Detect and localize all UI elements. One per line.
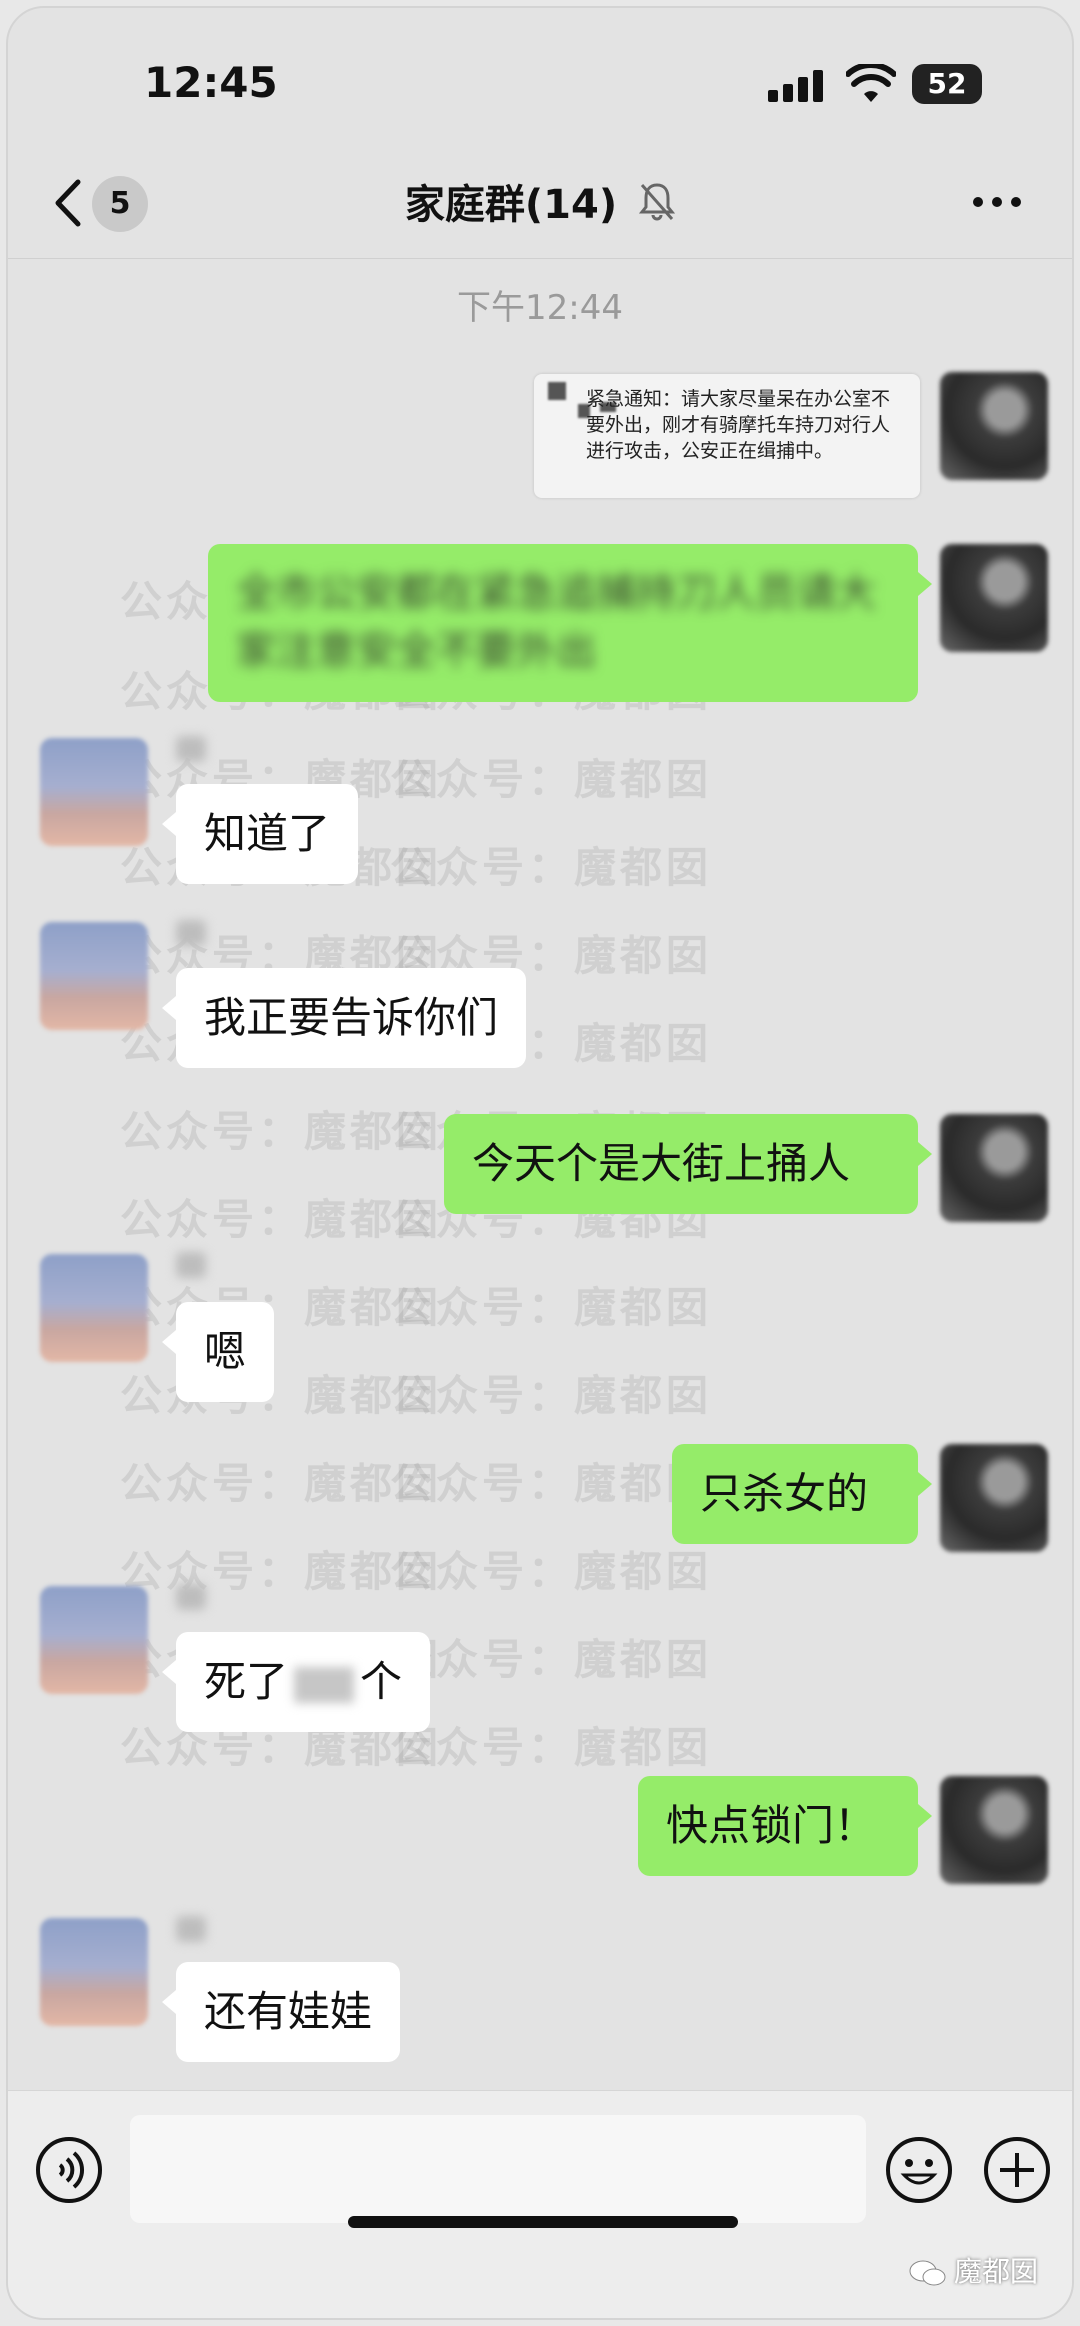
self-avatar[interactable]	[940, 1114, 1048, 1222]
member-avatar[interactable]	[40, 1254, 148, 1362]
message-text: 知道了	[204, 809, 331, 858]
self-avatar[interactable]	[940, 372, 1048, 480]
watermark: 公众号：魔都囡	[390, 1371, 713, 1420]
message-text: 嗯	[204, 1327, 247, 1376]
member-avatar[interactable]	[40, 1918, 148, 2026]
self-avatar[interactable]	[940, 1776, 1048, 1884]
brand-text: 魔都囡	[953, 2255, 1038, 2288]
member-avatar[interactable]	[40, 738, 148, 846]
sender-name-blurred	[176, 1916, 206, 1942]
self-avatar[interactable]	[940, 544, 1048, 652]
message-text: 快点锁门！	[666, 1801, 877, 1850]
watermark: 公众号：魔都囡	[390, 1283, 713, 1332]
notice-text: 紧急通知：请大家尽量呆在办公室不要外出，刚才有骑摩托车持刀对行人进行攻击，公安正…	[586, 388, 891, 462]
blurred-number	[294, 1666, 355, 1703]
watermark: 公众号：魔都囡	[390, 843, 713, 892]
watermark: 公众号：魔都囡	[390, 755, 713, 804]
home-indicator	[348, 2216, 738, 2228]
sender-name-blurred	[176, 920, 206, 946]
pixelated-area	[548, 382, 566, 400]
message-text: 只杀女的	[700, 1469, 869, 1518]
chat-header: 5 家庭群(14)	[8, 148, 1072, 259]
sender-name-blurred	[176, 1584, 206, 1610]
phone-screen: 公众号：魔都囡 公众号：魔都囡 公众号：魔都囡 公众号：魔都囡 公众号：魔都囡 …	[6, 6, 1074, 2320]
message-bubble[interactable]: 知道了	[161, 784, 359, 884]
battery-indicator: 52	[912, 64, 982, 104]
member-avatar[interactable]	[40, 922, 148, 1030]
message-bubble[interactable]: 快点锁门！	[638, 1776, 932, 1876]
message-text: 还有娃娃	[204, 1987, 373, 2036]
sender-name-blurred	[176, 736, 206, 762]
watermark: 公众号：魔都囡	[390, 1459, 713, 1508]
message-bubble[interactable]: 死了 个	[161, 1632, 431, 1732]
blurred-message-text: 全市公安都在紧急追捕持刀人员请大家注意安全不要外出	[236, 570, 876, 674]
message-text: 今天个是大街上捅人	[472, 1139, 851, 1188]
message-bubble[interactable]: 我正要告诉你们	[161, 968, 527, 1068]
brand-watermark: 魔都囡	[908, 2250, 1038, 2290]
muted-bell-icon	[639, 183, 676, 221]
message-bubble[interactable]: 嗯	[161, 1302, 275, 1402]
blurred-text-message[interactable]: 全市公安都在紧急追捕持刀人员请大家注意安全不要外出	[208, 544, 932, 702]
message-bubble[interactable]: 只杀女的	[672, 1444, 932, 1544]
message-bubble[interactable]: 今天个是大街上捅人	[444, 1114, 932, 1214]
more-options-icon[interactable]	[972, 196, 1022, 208]
status-time: 12:45	[144, 58, 278, 107]
message-input[interactable]	[130, 2115, 866, 2223]
wifi-icon	[846, 64, 896, 102]
message-text: 死了	[204, 1657, 289, 1706]
group-name: 家庭群(14)	[404, 182, 618, 228]
message-text: 我正要告诉你们	[204, 993, 499, 1042]
watermark: 公众号：魔都囡	[390, 1635, 713, 1684]
cellular-signal-icon	[768, 70, 823, 102]
member-avatar[interactable]	[40, 1586, 148, 1694]
watermark: 公众号：魔都囡	[390, 1723, 713, 1772]
message-text: 个	[360, 1657, 403, 1706]
message-bubble[interactable]: 还有娃娃	[161, 1962, 401, 2062]
wechat-logo-icon	[909, 2260, 946, 2286]
self-avatar[interactable]	[940, 1444, 1048, 1552]
message-timestamp: 下午12:44	[457, 288, 623, 328]
voice-input-icon[interactable]	[34, 2135, 104, 2205]
watermark: 公众号：魔都囡	[390, 1547, 713, 1596]
sender-name-blurred	[176, 1252, 206, 1278]
emoji-icon[interactable]	[884, 2135, 954, 2205]
more-functions-plus-icon[interactable]	[982, 2135, 1052, 2205]
notice-image-message[interactable]: 紧急通知：请大家尽量呆在办公室不要外出，刚才有骑摩托车持刀对行人进行攻击，公安正…	[534, 374, 920, 498]
chat-title: 家庭群(14)	[8, 172, 1072, 230]
